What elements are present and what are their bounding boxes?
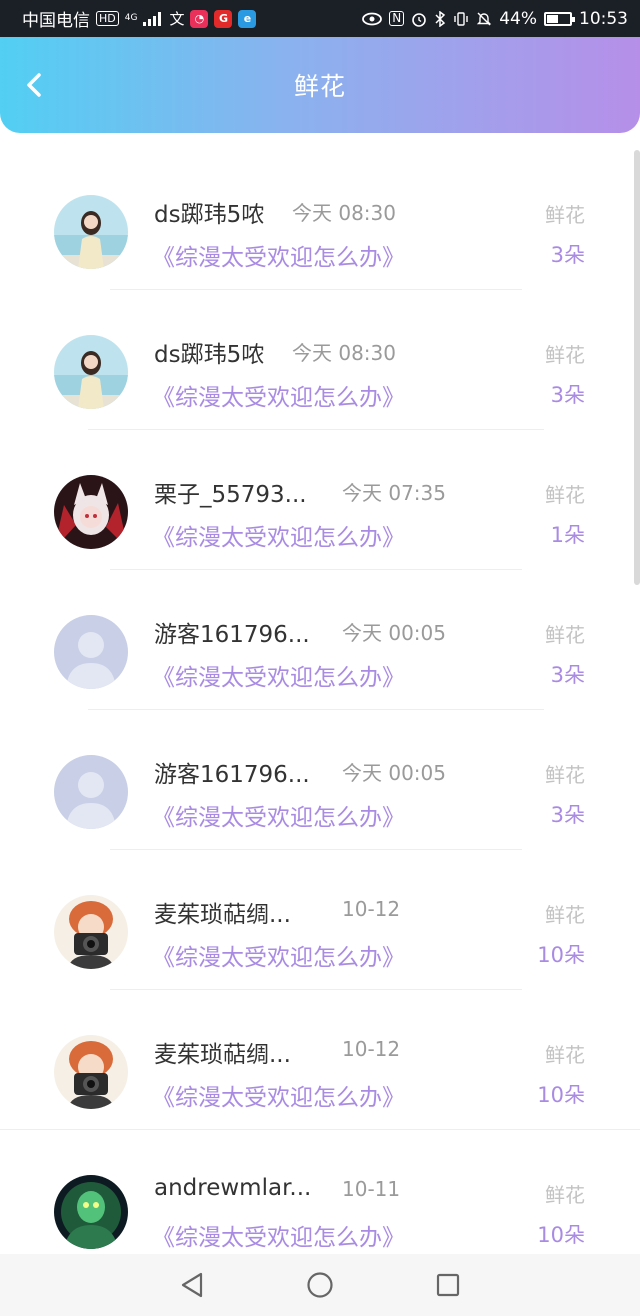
avatar[interactable] xyxy=(54,335,128,409)
gift-count: 3朵 xyxy=(550,663,585,687)
app-e-icon: e xyxy=(238,9,257,28)
gift-record-list[interactable]: ds踯玮5哝 今天 08:30 《综漫太受欢迎怎么办》 鲜花 3朵 ds踯玮5哝… xyxy=(0,150,640,1254)
nav-back-button[interactable] xyxy=(172,1265,212,1305)
triangle-back-icon xyxy=(181,1272,203,1298)
mute-bell-icon xyxy=(477,12,492,25)
nav-recent-button[interactable] xyxy=(428,1265,468,1305)
signal-icon xyxy=(143,11,162,26)
user-name: ds踯玮5哝 xyxy=(154,202,265,228)
avatar[interactable] xyxy=(54,755,128,829)
user-name: 栗子_55793... xyxy=(154,482,307,508)
gift-count: 10朵 xyxy=(537,1083,585,1107)
app-notification-icon: ◔ xyxy=(190,9,209,28)
avatar[interactable] xyxy=(54,475,128,549)
gift-type: 鲜花 xyxy=(545,203,585,227)
gift-type: 鲜花 xyxy=(545,903,585,927)
gift-count: 3朵 xyxy=(550,243,585,267)
user-name: 麦茱琐萜绸... xyxy=(154,1042,291,1068)
book-title[interactable]: 《综漫太受欢迎怎么办》 xyxy=(152,378,405,412)
girl-beach-avatar-image xyxy=(54,335,128,409)
book-title[interactable]: 《综漫太受欢迎怎么办》 xyxy=(152,658,405,692)
header-bar: 鲜花 xyxy=(0,37,640,133)
list-item[interactable]: 游客161796... 今天 00:05 《综漫太受欢迎怎么办》 鲜花 3朵 xyxy=(0,570,640,710)
list-item[interactable]: 麦茱琐萜绸... 10-12 《综漫太受欢迎怎么办》 鲜花 10朵 xyxy=(0,990,640,1130)
avatar[interactable] xyxy=(54,895,128,969)
timestamp: 10-12 xyxy=(342,1037,401,1061)
anime-camera-avatar-image xyxy=(54,895,128,969)
user-name: 麦茱琐萜绸... xyxy=(154,902,291,928)
vibrate-icon xyxy=(454,11,468,26)
back-button[interactable] xyxy=(16,67,52,103)
list-item[interactable]: ds踯玮5哝 今天 08:30 《综漫太受欢迎怎么办》 鲜花 3朵 xyxy=(0,290,640,430)
eye-icon xyxy=(362,12,383,25)
circle-home-icon xyxy=(307,1272,333,1298)
user-name: ds踯玮5哝 xyxy=(154,342,265,368)
book-title[interactable]: 《综漫太受欢迎怎么办》 xyxy=(152,518,405,552)
scrollbar[interactable] xyxy=(634,150,640,585)
list-item[interactable]: 游客161796... 今天 00:05 《综漫太受欢迎怎么办》 鲜花 3朵 xyxy=(0,710,640,850)
carrier-label: 中国电信 xyxy=(22,11,90,31)
green-creature-avatar-image xyxy=(54,1175,128,1249)
user-name: 游客161796... xyxy=(154,622,310,648)
avatar[interactable] xyxy=(54,615,128,689)
timestamp: 今天 08:30 xyxy=(292,201,396,225)
user-name: 游客161796... xyxy=(154,762,310,788)
timestamp: 今天 00:05 xyxy=(342,761,446,785)
status-bar: 中国电信 HD 4G 文 ◔ G e N 44% 10:53 xyxy=(0,0,640,37)
book-title[interactable]: 《综漫太受欢迎怎么办》 xyxy=(152,1078,405,1112)
default-user-icon xyxy=(54,755,128,829)
bluetooth-icon xyxy=(435,10,446,27)
alarm-icon xyxy=(412,12,427,27)
page-title: 鲜花 xyxy=(293,72,346,101)
nav-home-button[interactable] xyxy=(300,1265,340,1305)
gift-type: 鲜花 xyxy=(545,1183,585,1207)
list-item[interactable]: 麦茱琐萜绸... 10-12 《综漫太受欢迎怎么办》 鲜花 10朵 xyxy=(0,850,640,990)
pinyin-icon: 文 xyxy=(169,10,185,28)
gift-count: 3朵 xyxy=(550,383,585,407)
timestamp: 今天 00:05 xyxy=(342,621,446,645)
gift-type: 鲜花 xyxy=(545,763,585,787)
battery-icon xyxy=(544,11,575,26)
clock: 10:53 xyxy=(579,8,628,29)
nfc-icon: N xyxy=(389,11,405,26)
user-name: andrewmlar... xyxy=(154,1175,312,1201)
gift-type: 鲜花 xyxy=(545,483,585,507)
girl-beach-avatar-image xyxy=(54,195,128,269)
book-title[interactable]: 《综漫太受欢迎怎么办》 xyxy=(152,238,405,272)
square-recent-icon xyxy=(436,1273,460,1297)
gift-count: 3朵 xyxy=(550,803,585,827)
timestamp: 10-12 xyxy=(342,897,401,921)
gift-count: 10朵 xyxy=(537,1223,585,1247)
chevron-left-icon xyxy=(27,73,41,97)
list-item[interactable]: 栗子_55793... 今天 07:35 《综漫太受欢迎怎么办》 鲜花 1朵 xyxy=(0,430,640,570)
app-g-icon: G xyxy=(214,9,233,28)
anime-catgirl-avatar-image xyxy=(54,475,128,549)
avatar[interactable] xyxy=(54,195,128,269)
book-title[interactable]: 《综漫太受欢迎怎么办》 xyxy=(152,1218,405,1252)
gift-type: 鲜花 xyxy=(545,343,585,367)
gift-type: 鲜花 xyxy=(545,623,585,647)
timestamp: 10-11 xyxy=(342,1177,401,1201)
list-item[interactable]: ds踯玮5哝 今天 08:30 《综漫太受欢迎怎么办》 鲜花 3朵 xyxy=(0,150,640,290)
timestamp: 今天 08:30 xyxy=(292,341,396,365)
system-nav-bar xyxy=(0,1254,640,1316)
gift-count: 10朵 xyxy=(537,943,585,967)
gift-type: 鲜花 xyxy=(545,1043,585,1067)
network-label: 4G xyxy=(124,13,138,23)
avatar[interactable] xyxy=(54,1035,128,1109)
default-user-icon xyxy=(54,615,128,689)
list-item[interactable]: andrewmlar... 10-11 《综漫太受欢迎怎么办》 鲜花 10朵 xyxy=(0,1130,640,1254)
book-title[interactable]: 《综漫太受欢迎怎么办》 xyxy=(152,938,405,972)
anime-camera-avatar-image xyxy=(54,1035,128,1109)
battery-percent: 44% xyxy=(499,8,537,29)
book-title[interactable]: 《综漫太受欢迎怎么办》 xyxy=(152,798,405,832)
gift-count: 1朵 xyxy=(550,523,585,547)
hd-badge: HD xyxy=(96,11,119,26)
avatar[interactable] xyxy=(54,1175,128,1249)
timestamp: 今天 07:35 xyxy=(342,481,446,505)
